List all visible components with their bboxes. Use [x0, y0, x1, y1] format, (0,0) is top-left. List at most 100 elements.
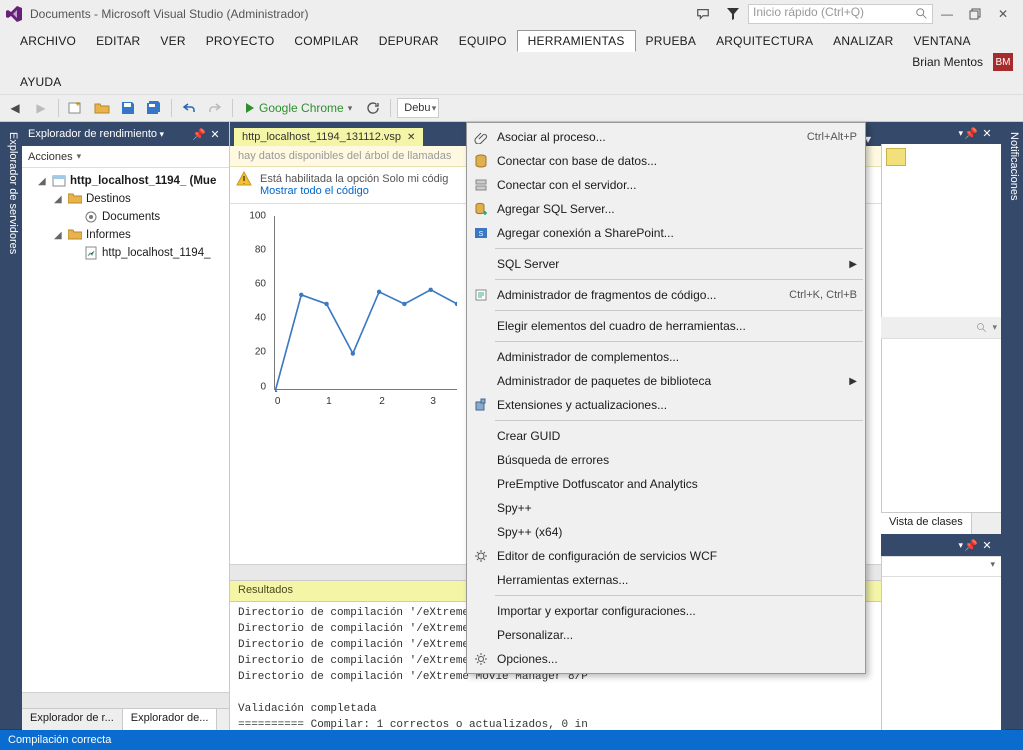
tree-root[interactable]: ◢http_localhost_1194_ (Mue [26, 172, 225, 190]
menu-arquitectura[interactable]: ARQUITECTURA [706, 31, 823, 51]
close-pane-icon[interactable]: ✕ [979, 127, 995, 140]
btab-explorer-r[interactable]: Explorador de r... [22, 709, 123, 730]
tools-menu-item[interactable]: Asociar al proceso...Ctrl+Alt+P [467, 125, 865, 149]
main-toolbar: ◀ ▶ Google Chrome ▾ Debu [0, 94, 1023, 122]
restore-button[interactable] [961, 4, 989, 24]
y-axis: 100 80 60 40 20 0 [242, 212, 270, 392]
tools-menu-item[interactable]: Editor de configuración de servicios WCF [467, 544, 865, 568]
menu-compilar[interactable]: COMPILAR [284, 31, 368, 51]
menu-equipo[interactable]: EQUIPO [449, 31, 517, 51]
tools-menu-item[interactable]: SAgregar conexión a SharePoint... [467, 221, 865, 245]
menu-editar[interactable]: EDITAR [86, 31, 150, 51]
tools-menu-item[interactable]: Extensiones y actualizaciones... [467, 393, 865, 417]
menu-herramientas[interactable]: HERRAMIENTAS [517, 30, 636, 52]
tree-documents[interactable]: Documents [26, 208, 225, 226]
menu-bar: ARCHIVO EDITAR VER PROYECTO COMPILAR DEP… [0, 28, 1023, 94]
close-pane-icon[interactable]: ✕ [207, 128, 223, 141]
ext-icon [473, 397, 489, 413]
server-icon [473, 177, 489, 193]
close-pane-icon[interactable]: ✕ [979, 539, 995, 552]
show-all-code-link[interactable]: Mostrar todo el código [260, 185, 369, 197]
menu-analizar[interactable]: ANALIZAR [823, 31, 903, 51]
nav-fwd-button[interactable]: ▶ [30, 97, 52, 119]
tree-hscroll[interactable] [22, 692, 229, 708]
tools-menu-item[interactable]: Búsqueda de errores [467, 448, 865, 472]
close-button[interactable]: ✕ [989, 4, 1017, 24]
tools-menu-item[interactable]: Administrador de fragmentos de código...… [467, 283, 865, 307]
window-title: Documents - Microsoft Visual Studio (Adm… [30, 7, 309, 21]
folder-glyph-icon [886, 148, 906, 166]
submenu-arrow-icon: ▶ [849, 259, 857, 270]
menu-proyecto[interactable]: PROYECTO [196, 31, 285, 51]
menu-ayuda[interactable]: AYUDA [10, 72, 71, 92]
btab-explorer-de[interactable]: Explorador de... [123, 709, 218, 730]
user-name[interactable]: Brian Mentos [906, 52, 989, 72]
x-axis: 0 1 2 3 [274, 394, 457, 412]
close-tab-icon[interactable]: ✕ [407, 132, 415, 143]
session-icon [52, 174, 66, 188]
minimize-button[interactable]: — [933, 4, 961, 24]
tab-vista-clases[interactable]: Vista de clases [881, 513, 972, 534]
workspace: Explorador de servidores Cuadro de herra… [0, 122, 1023, 730]
status-bar: Compilación correcta [0, 730, 1023, 750]
tools-menu-item[interactable]: Importar y exportar configuraciones... [467, 599, 865, 623]
tools-menu-item[interactable]: Spy++ (x64) [467, 520, 865, 544]
tree-destinos[interactable]: ◢Destinos [26, 190, 225, 208]
right-lower-combo[interactable]: ▾ [882, 557, 1001, 577]
right-side-tabs: Notificaciones [1001, 122, 1023, 730]
attach-icon [473, 129, 489, 145]
tree-informes[interactable]: ◢Informes [26, 226, 225, 244]
right-search[interactable]: ▾ [881, 317, 1001, 339]
start-debug-button[interactable]: Google Chrome ▾ [239, 97, 358, 119]
open-icon[interactable] [91, 97, 113, 119]
menu-prueba[interactable]: PRUEBA [636, 31, 707, 51]
tab-toolbox[interactable]: Cuadro de herramientas [0, 122, 4, 730]
gear2-icon [473, 651, 489, 667]
tools-menu-item[interactable]: Personalizar... [467, 623, 865, 647]
undo-icon[interactable] [178, 97, 200, 119]
feedback-icon[interactable] [694, 5, 712, 23]
pin-icon[interactable]: 📌 [963, 539, 979, 552]
tools-menu-item[interactable]: SQL Server▶ [467, 252, 865, 276]
tools-menu-item[interactable]: Conectar con base de datos... [467, 149, 865, 173]
right-upper-header: ▾ 📌 ✕ [881, 122, 1001, 144]
doc-tab-vsp[interactable]: http_localhost_1194_131112.vsp ✕ [234, 128, 423, 146]
tools-menu-item[interactable]: Elegir elementos del cuadro de herramien… [467, 314, 865, 338]
save-all-icon[interactable] [143, 97, 165, 119]
plot-region [274, 216, 457, 390]
menu-ventana[interactable]: VENTANA [903, 31, 980, 51]
tools-menu-item[interactable]: Opciones... [467, 647, 865, 671]
pin-icon[interactable]: 📌 [963, 127, 979, 140]
tab-notifications[interactable]: Notificaciones [1005, 122, 1023, 730]
menu-ver[interactable]: VER [150, 31, 195, 51]
tools-menu-item[interactable]: Spy++ [467, 496, 865, 520]
quick-launch-input[interactable]: Inicio rápido (Ctrl+Q) [748, 4, 933, 24]
tools-menu-item[interactable]: PreEmptive Dotfuscator and Analytics [467, 472, 865, 496]
tools-menu-item[interactable]: Crear GUID [467, 424, 865, 448]
pane-title[interactable]: Explorador de rendimiento [28, 128, 164, 140]
notifications-filter-icon[interactable] [724, 5, 742, 23]
performance-tree: ◢http_localhost_1194_ (Mue ◢Destinos Doc… [22, 168, 229, 692]
solution-config-combo[interactable]: Debu [397, 98, 439, 118]
menu-depurar[interactable]: DEPURAR [369, 31, 449, 51]
new-project-icon[interactable] [65, 97, 87, 119]
actions-dropdown[interactable]: Acciones▾ [22, 146, 229, 168]
search-icon [915, 7, 929, 21]
save-icon[interactable] [117, 97, 139, 119]
tools-menu-item[interactable]: Administrador de complementos... [467, 345, 865, 369]
redo-icon[interactable] [204, 97, 226, 119]
vs-logo-icon [6, 6, 22, 22]
tools-menu-item[interactable]: Administrador de paquetes de biblioteca▶ [467, 369, 865, 393]
pin-icon[interactable]: 📌 [191, 128, 207, 141]
user-badge[interactable]: BM [993, 53, 1013, 71]
nav-back-button[interactable]: ◀ [4, 97, 26, 119]
quick-launch-placeholder: Inicio rápido (Ctrl+Q) [753, 5, 864, 19]
tree-report-file[interactable]: http_localhost_1194_ [26, 244, 225, 262]
right-panes: ▾ 📌 ✕ ▾ Vista de clases ▾ 📌 ✕ ▾ [881, 122, 1001, 730]
tools-menu-item[interactable]: Conectar con el servidor... [467, 173, 865, 197]
tools-menu-item[interactable]: Herramientas externas... [467, 568, 865, 592]
refresh-icon[interactable] [362, 97, 384, 119]
tools-menu-item[interactable]: Agregar SQL Server... [467, 197, 865, 221]
menu-archivo[interactable]: ARCHIVO [10, 31, 86, 51]
tab-server-explorer[interactable]: Explorador de servidores [4, 122, 22, 730]
